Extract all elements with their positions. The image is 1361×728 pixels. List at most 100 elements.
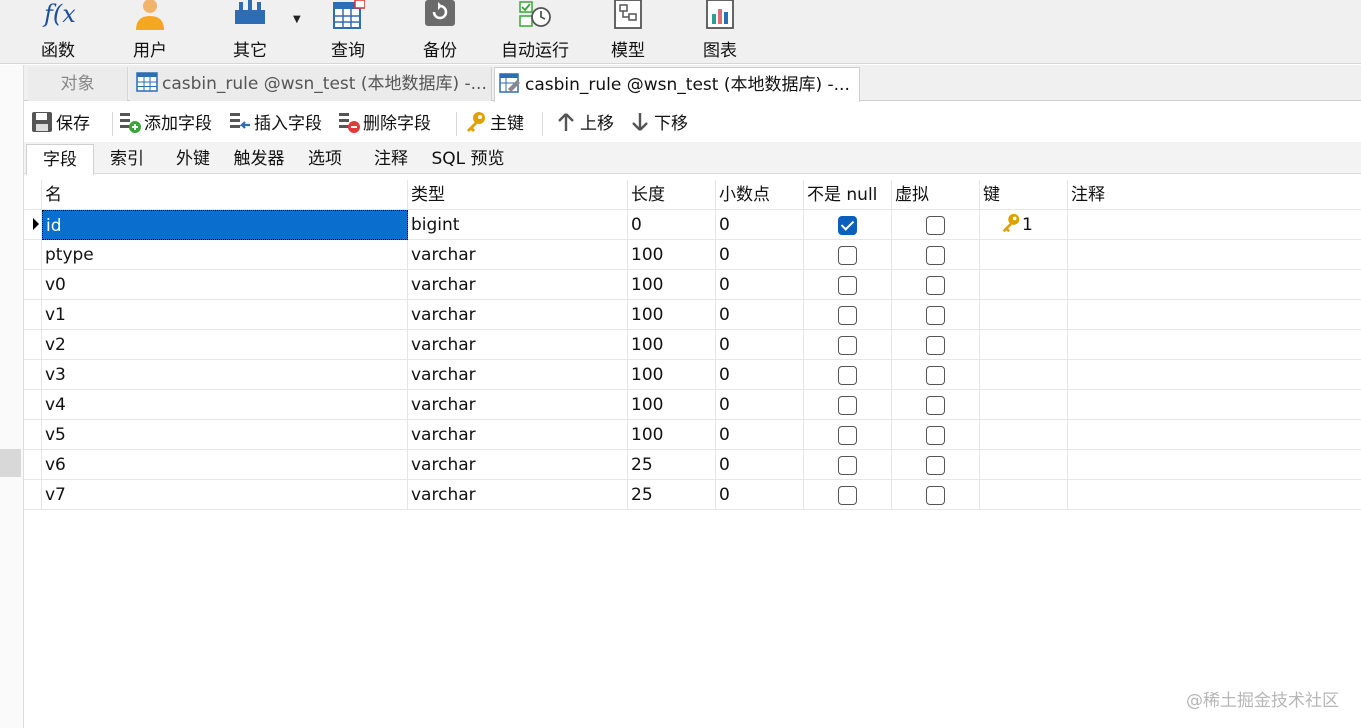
ribbon-user-button[interactable]: 用户 — [110, 0, 190, 64]
cell-type[interactable]: varchar — [408, 270, 628, 300]
virtual-checkbox[interactable] — [926, 366, 945, 385]
cell-length[interactable]: 100 — [628, 330, 716, 360]
cell-comment[interactable] — [1068, 420, 1361, 450]
not-null-checkbox[interactable] — [838, 486, 857, 505]
tab-table-design[interactable]: casbin_rule @wsn_test (本地数据库) -... — [494, 67, 860, 102]
table-row[interactable]: v5 varchar 100 0 — [24, 420, 1361, 450]
column-header-virtual[interactable]: 虚拟 — [892, 180, 980, 210]
cell-length[interactable]: 100 — [628, 270, 716, 300]
cell-type[interactable]: varchar — [408, 390, 628, 420]
cell-key[interactable] — [980, 390, 1068, 420]
cell-decimals[interactable]: 0 — [716, 270, 804, 300]
not-null-checkbox[interactable] — [838, 366, 857, 385]
tab-objects[interactable]: 对象 — [28, 67, 128, 101]
ribbon-model-button[interactable]: 模型 — [588, 0, 668, 64]
cell-decimals[interactable]: 0 — [716, 480, 804, 510]
cell-name[interactable]: v7 — [42, 480, 408, 510]
table-row[interactable]: v6 varchar 25 0 — [24, 450, 1361, 480]
cell-key[interactable] — [980, 240, 1068, 270]
cell-type[interactable]: bigint — [408, 210, 628, 240]
cell-decimals[interactable]: 0 — [716, 330, 804, 360]
column-header-decimals[interactable]: 小数点 — [716, 180, 804, 210]
table-row[interactable]: v1 varchar 100 0 — [24, 300, 1361, 330]
cell-type[interactable]: varchar — [408, 240, 628, 270]
not-null-checkbox[interactable] — [838, 396, 857, 415]
cell-key[interactable] — [980, 300, 1068, 330]
cell-key[interactable] — [980, 420, 1068, 450]
virtual-checkbox[interactable] — [926, 216, 945, 235]
tab-table-data[interactable]: casbin_rule @wsn_test (本地数据库) -... — [130, 67, 492, 101]
table-row[interactable]: v2 varchar 100 0 — [24, 330, 1361, 360]
cell-comment[interactable] — [1068, 390, 1361, 420]
tab-comments[interactable]: 注释 — [358, 144, 424, 174]
move-down-button[interactable]: 下移 — [628, 110, 688, 138]
tab-options[interactable]: 选项 — [292, 144, 358, 174]
cell-comment[interactable] — [1068, 210, 1361, 240]
primary-key-button[interactable]: 主键 — [464, 110, 524, 138]
cell-comment[interactable] — [1068, 450, 1361, 480]
ribbon-backup-button[interactable]: 备份 — [400, 0, 480, 64]
cell-type[interactable]: varchar — [408, 480, 628, 510]
cell-name[interactable]: v3 — [42, 360, 408, 390]
insert-field-button[interactable]: 插入字段 — [228, 110, 322, 138]
cell-key[interactable] — [980, 270, 1068, 300]
cell-name[interactable]: v2 — [42, 330, 408, 360]
cell-key[interactable] — [980, 360, 1068, 390]
tab-triggers[interactable]: 触发器 — [226, 144, 292, 174]
ribbon-other-button[interactable]: 其它 — [210, 0, 290, 64]
cell-decimals[interactable]: 0 — [716, 390, 804, 420]
tab-sql-preview[interactable]: SQL 预览 — [424, 144, 512, 174]
cell-key[interactable] — [980, 450, 1068, 480]
cell-comment[interactable] — [1068, 480, 1361, 510]
delete-field-button[interactable]: 删除字段 — [337, 110, 431, 138]
cell-name[interactable]: v4 — [42, 390, 408, 420]
cell-name[interactable]: v6 — [42, 450, 408, 480]
not-null-checkbox[interactable] — [838, 216, 857, 235]
cell-comment[interactable] — [1068, 240, 1361, 270]
chevron-down-icon[interactable]: ▼ — [293, 14, 301, 25]
cell-decimals[interactable]: 0 — [716, 420, 804, 450]
cell-length[interactable]: 100 — [628, 420, 716, 450]
column-header-key[interactable]: 键 — [980, 180, 1068, 210]
cell-comment[interactable] — [1068, 360, 1361, 390]
ribbon-chart-button[interactable]: 图表 — [680, 0, 760, 64]
virtual-checkbox[interactable] — [926, 426, 945, 445]
cell-type[interactable]: varchar — [408, 330, 628, 360]
cell-length[interactable]: 25 — [628, 450, 716, 480]
move-up-button[interactable]: 上移 — [554, 110, 614, 138]
ribbon-schedule-button[interactable]: 自动运行 — [492, 0, 578, 64]
cell-length[interactable]: 100 — [628, 240, 716, 270]
table-row[interactable]: v0 varchar 100 0 — [24, 270, 1361, 300]
virtual-checkbox[interactable] — [926, 486, 945, 505]
cell-decimals[interactable]: 0 — [716, 210, 804, 240]
not-null-checkbox[interactable] — [838, 246, 857, 265]
cell-type[interactable]: varchar — [408, 450, 628, 480]
virtual-checkbox[interactable] — [926, 276, 945, 295]
column-header-comment[interactable]: 注释 — [1068, 180, 1361, 210]
cell-name[interactable]: v5 — [42, 420, 408, 450]
column-header-type[interactable]: 类型 — [408, 180, 628, 210]
virtual-checkbox[interactable] — [926, 246, 945, 265]
column-header-name[interactable]: 名 — [42, 180, 408, 210]
virtual-checkbox[interactable] — [926, 456, 945, 475]
tab-indexes[interactable]: 索引 — [94, 144, 160, 174]
not-null-checkbox[interactable] — [838, 456, 857, 475]
tab-foreign-keys[interactable]: 外键 — [160, 144, 226, 174]
table-row[interactable]: v7 varchar 25 0 — [24, 480, 1361, 510]
cell-type[interactable]: varchar — [408, 300, 628, 330]
cell-key[interactable] — [980, 480, 1068, 510]
virtual-checkbox[interactable] — [926, 306, 945, 325]
cell-name[interactable]: v0 — [42, 270, 408, 300]
table-row[interactable]: id bigint 0 0 1 — [24, 210, 1361, 240]
column-header-length[interactable]: 长度 — [628, 180, 716, 210]
column-header-not-null[interactable]: 不是 null — [804, 180, 892, 210]
cell-decimals[interactable]: 0 — [716, 240, 804, 270]
not-null-checkbox[interactable] — [838, 426, 857, 445]
ribbon-function-button[interactable]: f(x) 函数 — [18, 0, 98, 64]
cell-key[interactable] — [980, 330, 1068, 360]
cell-length[interactable]: 100 — [628, 300, 716, 330]
cell-name[interactable]: id — [42, 210, 408, 240]
table-row[interactable]: ptype varchar 100 0 — [24, 240, 1361, 270]
table-row[interactable]: v3 varchar 100 0 — [24, 360, 1361, 390]
add-field-button[interactable]: 添加字段 — [118, 110, 212, 138]
